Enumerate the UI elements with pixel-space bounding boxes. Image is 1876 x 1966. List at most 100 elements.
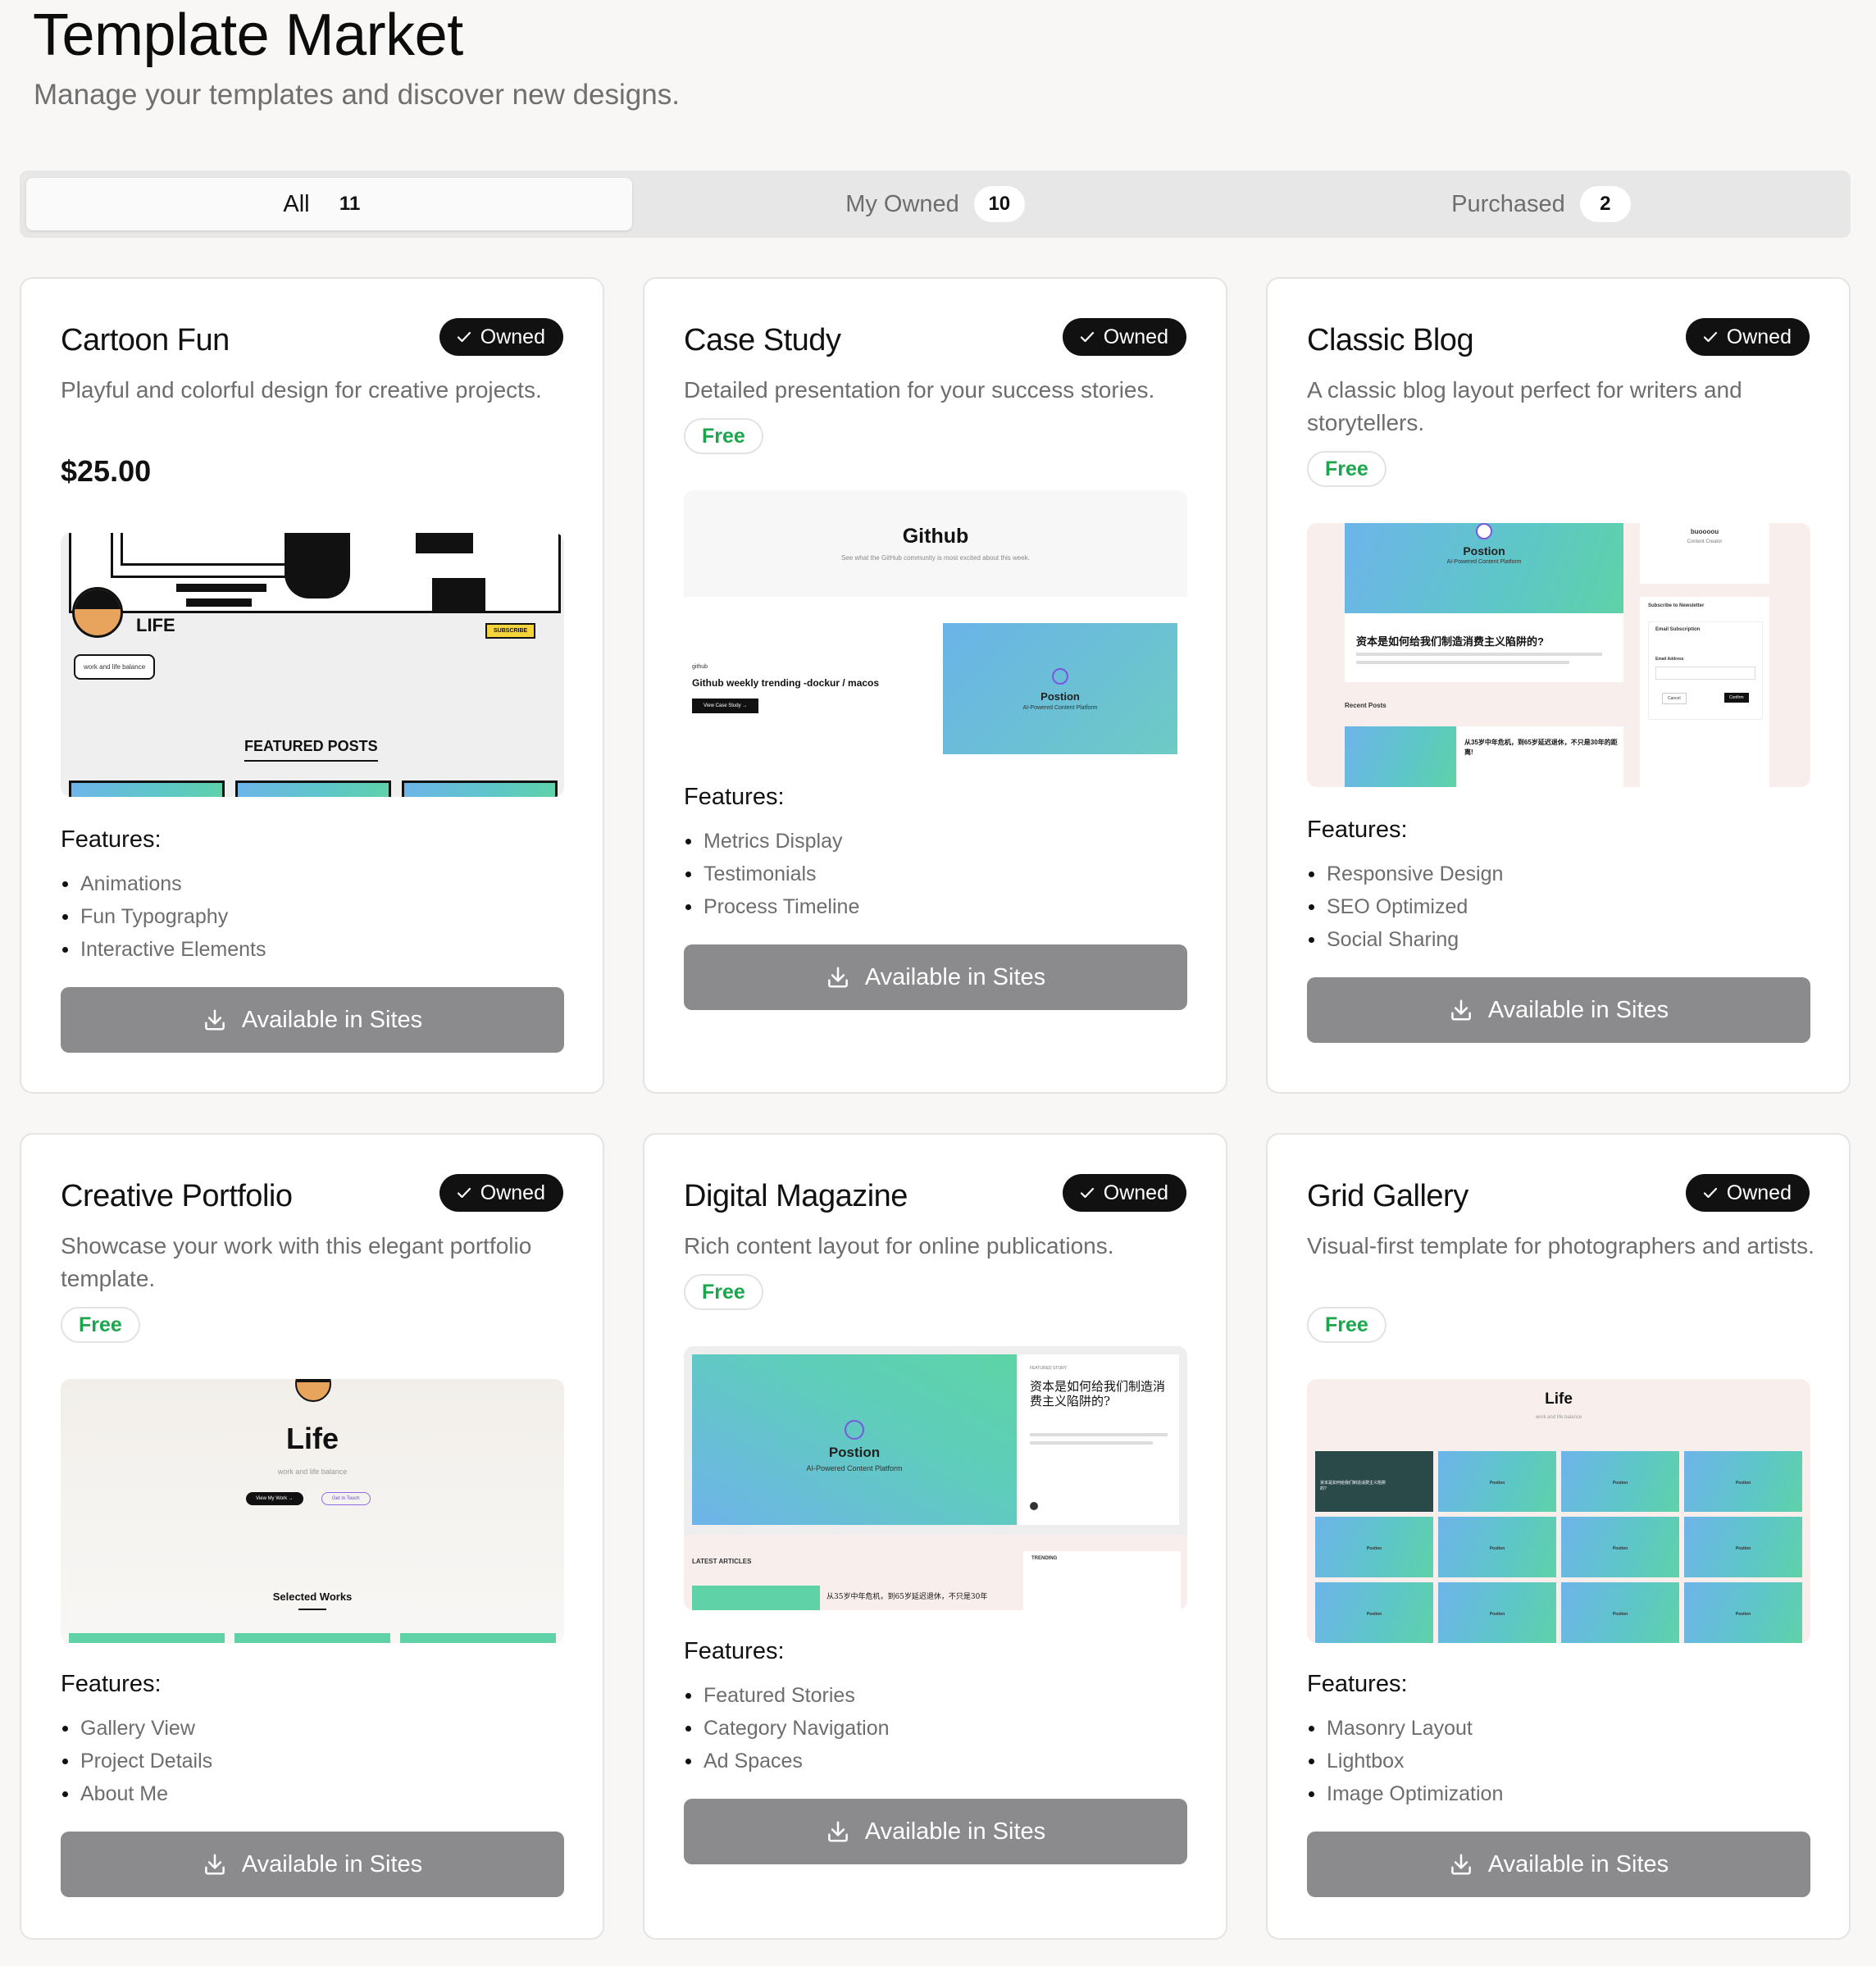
feature-item: Testimonials — [684, 858, 859, 890]
download-icon — [204, 1854, 225, 1875]
available-in-sites-button[interactable]: Available in Sites — [1307, 977, 1810, 1043]
available-in-sites-button[interactable]: Available in Sites — [684, 944, 1187, 1010]
template-preview[interactable]: LIFE SUBSCRIBE work and life balance FEA… — [61, 533, 564, 797]
preview-subheading: work and life balance — [1535, 1415, 1582, 1420]
free-badge: Free — [684, 418, 763, 454]
preview-post-card — [235, 780, 391, 797]
template-preview[interactable]: Github See what the GitHub community is … — [684, 490, 1187, 754]
template-preview[interactable]: Life work and life balance View My Work … — [61, 1379, 564, 1643]
template-preview[interactable]: Postion AI-Powered Content Platform FEAT… — [684, 1346, 1187, 1610]
template-card-digital-magazine: Digital Magazine Owned Rich content layo… — [643, 1133, 1227, 1940]
tab-count: 11 — [339, 193, 361, 215]
available-in-sites-button[interactable]: Available in Sites — [1307, 1832, 1810, 1897]
feature-item: SEO Optimized — [1307, 890, 1503, 923]
preview-brand-sub: AI-Powered Content Platform — [1446, 559, 1522, 565]
feature-item: Gallery View — [61, 1712, 212, 1745]
logo-icon — [1476, 523, 1492, 539]
card-title: Case Study — [684, 323, 841, 357]
feature-item: Masonry Layout — [1307, 1712, 1503, 1745]
preview-confirm-button: Confirm — [1724, 693, 1749, 703]
tab-purchased[interactable]: Purchased 2 — [1238, 178, 1844, 230]
feature-item: Metrics Display — [684, 825, 859, 858]
preview-section-title: Selected Works — [272, 1591, 353, 1603]
tab-count: 2 — [1579, 186, 1631, 222]
check-icon — [457, 1187, 471, 1199]
preview-tile-label: Postion — [1612, 1546, 1628, 1551]
free-badge: Free — [61, 1307, 140, 1343]
preview-button-secondary: Get in Touch — [321, 1492, 371, 1505]
available-in-sites-button[interactable]: Available in Sites — [684, 1799, 1187, 1864]
preview-subheading: work and life balance — [277, 1468, 348, 1476]
download-icon — [1450, 1854, 1471, 1875]
preview-brand-sub: AI-Powered Content Platform — [806, 1464, 903, 1472]
preview-tile: Postion — [1684, 1451, 1802, 1512]
filter-tabs: All 11 My Owned 10 Purchased 2 — [20, 171, 1851, 238]
preview-tile-label: Postion — [1489, 1546, 1505, 1551]
download-icon — [827, 967, 848, 988]
owned-label: Owned — [480, 325, 545, 348]
preview-work-card — [69, 1633, 225, 1643]
preview-tile-label: Postion — [1735, 1612, 1751, 1617]
feature-item: Fun Typography — [61, 900, 266, 933]
tab-label: My Owned — [845, 190, 959, 217]
template-preview[interactable]: Life work and life balance 资本是如何给我们制造消费主… — [1307, 1379, 1810, 1643]
preview-tile-label: Postion — [1612, 1481, 1628, 1486]
preview-tile: Postion — [1438, 1451, 1556, 1512]
tab-all[interactable]: All 11 — [26, 178, 632, 230]
logo-icon — [845, 1420, 864, 1440]
features-title: Features: — [61, 826, 162, 853]
features-title: Features: — [1307, 1671, 1408, 1697]
preview-recent-label: Recent Posts — [1345, 702, 1387, 709]
button-label: Available in Sites — [241, 1850, 423, 1877]
feature-list: Responsive Design SEO Optimized Social S… — [1307, 858, 1503, 956]
owned-badge: Owned — [1062, 1174, 1186, 1212]
tab-label: Purchased — [1451, 190, 1565, 217]
template-preview[interactable]: Postion AI-Powered Content Platform 资本是如… — [1307, 523, 1810, 787]
check-icon — [1080, 331, 1094, 343]
available-in-sites-button[interactable]: Available in Sites — [61, 987, 564, 1053]
feature-list: Animations Fun Typography Interactive El… — [61, 867, 266, 966]
preview-heading: Life — [1545, 1390, 1573, 1408]
preview-newsletter: Subscribe to Newsletter Email Subscripti… — [1640, 597, 1769, 787]
tab-my-owned[interactable]: My Owned 10 — [632, 178, 1238, 230]
feature-item: Responsive Design — [1307, 858, 1503, 890]
preview-profile-role: Content Creator — [1687, 539, 1723, 544]
preview-tile: Postion — [1684, 1582, 1802, 1643]
preview-work-card — [234, 1633, 390, 1643]
preview-section-title: FEATURED POSTS — [244, 738, 378, 762]
preview-profile-name: buoooou — [1690, 528, 1719, 535]
free-badge: Free — [684, 1274, 763, 1310]
preview-cancel-button: Cancel — [1662, 693, 1687, 704]
card-description: Rich content layout for online publicati… — [684, 1233, 1114, 1258]
price: $25.00 — [61, 454, 152, 488]
check-icon — [1703, 1187, 1717, 1199]
owned-badge: Owned — [1685, 318, 1810, 356]
download-icon — [827, 1821, 848, 1842]
card-title: Digital Magazine — [684, 1179, 908, 1213]
preview-newsletter-title: Subscribe to Newsletter — [1648, 603, 1705, 608]
owned-label: Owned — [1726, 1181, 1792, 1204]
owned-label: Owned — [1103, 1181, 1168, 1204]
check-icon — [1703, 331, 1717, 343]
template-card-case-study: Case Study Owned Detailed presentation f… — [643, 277, 1227, 1094]
available-in-sites-button[interactable]: Available in Sites — [61, 1832, 564, 1897]
preview-article-title: 从35岁中年危机，到65岁延迟退休，不只是30年 — [826, 1593, 988, 1601]
preview-heading: Life — [285, 1422, 339, 1455]
check-icon — [1080, 1187, 1094, 1199]
preview-tile-label: Postion — [1612, 1612, 1628, 1617]
preview-brand: Postion — [1040, 690, 1080, 703]
feature-list: Gallery View Project Details About Me — [61, 1712, 212, 1810]
preview-featured-story: FEATURED STORY 资本是如何给我们制造消费主义陷阱的? — [1018, 1354, 1179, 1525]
feature-item: Image Optimization — [1307, 1777, 1503, 1810]
preview-subscribe-button: SUBSCRIBE — [485, 623, 536, 639]
template-card-cartoon-fun: Cartoon Fun Owned Playful and colorful d… — [20, 277, 604, 1094]
preview-dark-tile: 资本是如何给我们制造消费主义陷阱的? — [1315, 1451, 1433, 1512]
avatar — [72, 587, 123, 638]
owned-badge: Owned — [439, 318, 563, 356]
preview-post-card — [402, 780, 558, 797]
feature-item: Ad Spaces — [684, 1745, 890, 1777]
preview-tile-label: Postion — [1489, 1612, 1505, 1617]
page-title: Template Market — [33, 2, 463, 68]
owned-badge: Owned — [1685, 1174, 1810, 1212]
owned-badge: Owned — [439, 1174, 563, 1212]
